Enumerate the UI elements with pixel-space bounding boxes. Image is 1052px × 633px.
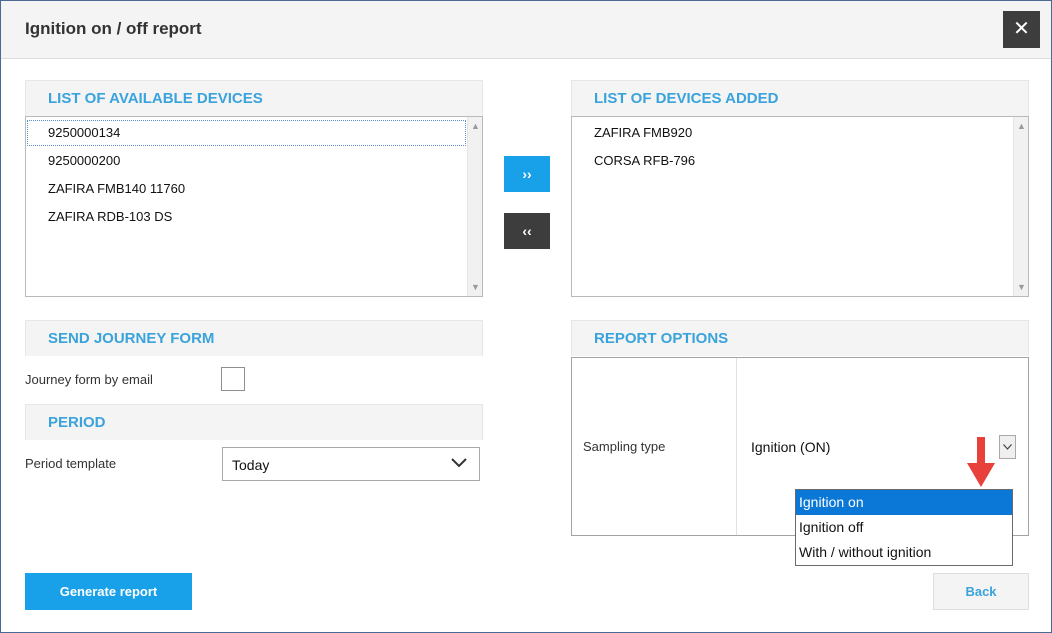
sampling-type-options: Ignition on Ignition off With / without … [795, 489, 1013, 566]
added-devices-list[interactable]: ZAFIRA FMB920 CORSA RFB-796 ▲ ▼ [571, 116, 1029, 297]
list-item[interactable]: ZAFIRA FMB140 11760 [27, 176, 466, 202]
list-item[interactable]: ZAFIRA FMB920 [573, 120, 1012, 146]
available-devices-list[interactable]: 9250000134 9250000200 ZAFIRA FMB140 1176… [25, 116, 483, 297]
sampling-option-ignition-on[interactable]: Ignition on [796, 490, 1012, 515]
available-devices-scrollbar[interactable]: ▲ ▼ [467, 117, 482, 296]
scroll-down-icon[interactable]: ▼ [1014, 280, 1029, 294]
report-options-heading: REPORT OPTIONS [594, 330, 729, 347]
close-button[interactable]: ✕ [1003, 11, 1040, 48]
journey-email-label: Journey form by email [25, 372, 153, 387]
list-item[interactable]: ZAFIRA RDB-103 DS [27, 204, 466, 230]
added-devices-heading: LIST OF DEVICES ADDED [594, 90, 779, 107]
scroll-up-icon[interactable]: ▲ [468, 119, 483, 133]
back-button[interactable]: Back [933, 573, 1029, 610]
arrow-down-icon [967, 437, 995, 487]
list-item[interactable]: 9250000200 [27, 148, 466, 174]
period-header: PERIOD [25, 404, 483, 440]
added-devices-scrollbar[interactable]: ▲ ▼ [1013, 117, 1028, 296]
chevron-down-icon [451, 458, 467, 468]
chevron-down-icon [1003, 444, 1012, 450]
period-template-select[interactable]: Today [222, 447, 480, 481]
report-dialog: Ignition on / off report ✕ LIST OF AVAIL… [0, 0, 1052, 633]
journey-form-header: SEND JOURNEY FORM [25, 320, 483, 356]
journey-email-checkbox[interactable] [221, 367, 245, 391]
dialog-titlebar: Ignition on / off report ✕ [1, 1, 1051, 59]
scroll-up-icon[interactable]: ▲ [1014, 119, 1029, 133]
available-devices-header: LIST OF AVAILABLE DEVICES [25, 80, 483, 116]
list-item[interactable]: CORSA RFB-796 [573, 148, 1012, 174]
generate-report-button[interactable]: Generate report [25, 573, 192, 610]
period-template-label: Period template [25, 456, 117, 471]
sampling-type-value: Ignition (ON) [751, 439, 831, 455]
period-template-value: Today [232, 457, 270, 473]
added-devices-header: LIST OF DEVICES ADDED [571, 80, 1029, 116]
sampling-option-with-without-ignition[interactable]: With / without ignition [796, 540, 1012, 565]
sampling-option-ignition-off[interactable]: Ignition off [796, 515, 1012, 540]
available-devices-heading: LIST OF AVAILABLE DEVICES [48, 90, 263, 107]
options-divider [736, 358, 737, 535]
close-icon: ✕ [1013, 18, 1030, 40]
journey-form-heading: SEND JOURNEY FORM [48, 330, 215, 347]
dialog-title: Ignition on / off report [25, 19, 202, 38]
report-options-header: REPORT OPTIONS [571, 320, 1029, 356]
sampling-type-label: Sampling type [583, 439, 666, 454]
list-item[interactable]: 9250000134 [27, 120, 466, 146]
add-device-button[interactable]: ›› [504, 156, 550, 192]
scroll-down-icon[interactable]: ▼ [468, 280, 483, 294]
period-heading: PERIOD [48, 414, 106, 431]
remove-device-button[interactable]: ‹‹ [504, 213, 550, 249]
sampling-type-dropdown-button[interactable] [999, 435, 1016, 459]
